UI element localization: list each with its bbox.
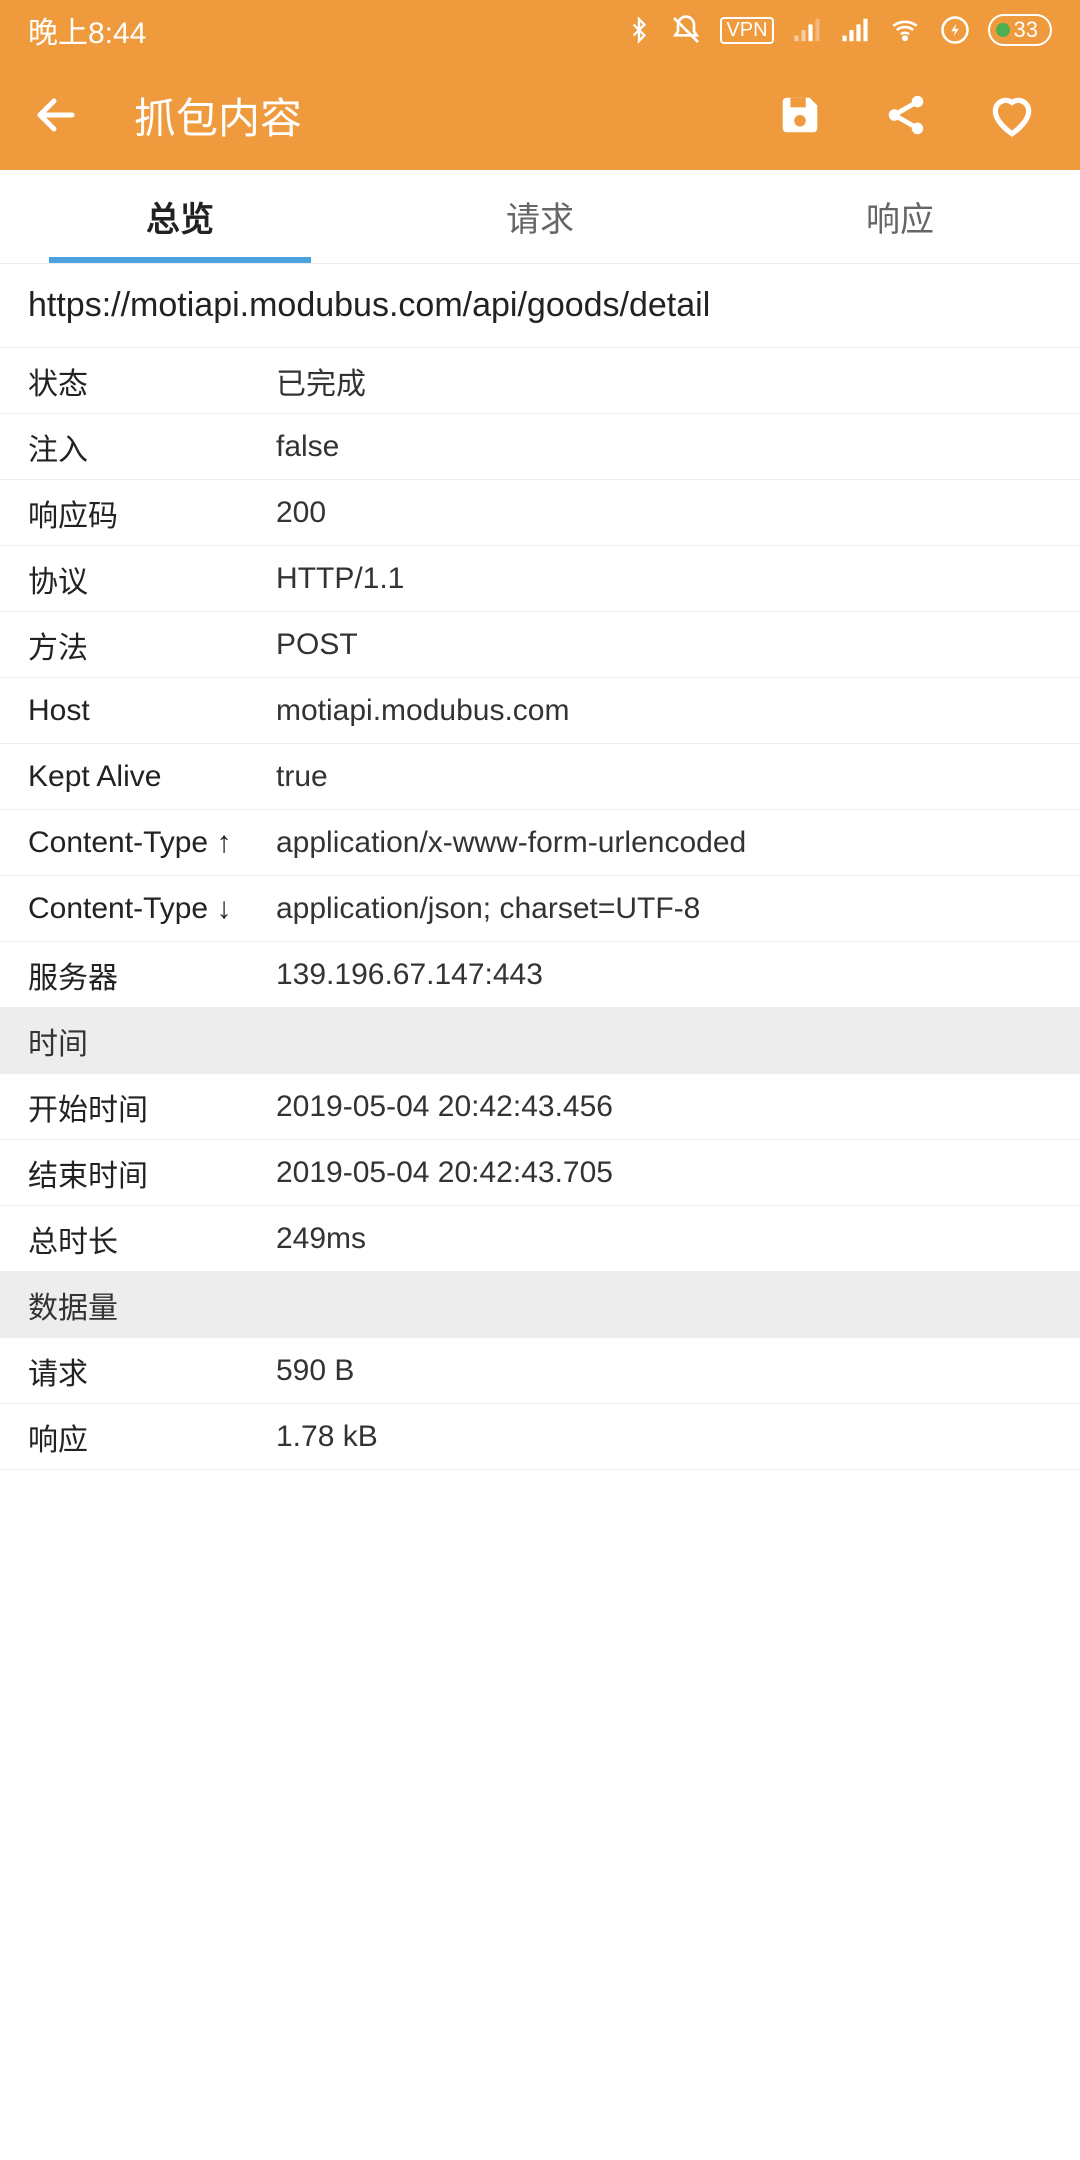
row-host[interactable]: Host motiapi.modubus.com <box>0 678 1080 744</box>
row-start-time[interactable]: 开始时间 2019-05-04 20:42:43.456 <box>0 1074 1080 1140</box>
row-value: 已完成 <box>276 359 1052 403</box>
tab-overview[interactable]: 总览 <box>0 170 360 263</box>
row-total-duration[interactable]: 总时长 249ms <box>0 1206 1080 1272</box>
row-code[interactable]: 响应码 200 <box>0 480 1080 546</box>
row-end-time[interactable]: 结束时间 2019-05-04 20:42:43.705 <box>0 1140 1080 1206</box>
row-label: 状态 <box>28 359 276 403</box>
row-method[interactable]: 方法 POST <box>0 612 1080 678</box>
row-value: application/x-www-form-urlencoded <box>276 826 1052 860</box>
row-label: Content-Type ↑ <box>28 826 276 860</box>
tab-response-label: 响应 <box>866 192 934 241</box>
save-button[interactable] <box>772 87 828 143</box>
row-label: 注入 <box>28 425 276 469</box>
tab-request[interactable]: 请求 <box>360 170 720 263</box>
app-bar: 抓包内容 <box>0 60 1080 170</box>
back-button[interactable] <box>28 87 84 143</box>
row-label: 响应 <box>28 1415 276 1459</box>
row-value: 139.196.67.147:443 <box>276 958 1052 992</box>
row-value: true <box>276 760 1052 794</box>
signal-icon-1 <box>792 16 822 44</box>
charging-icon <box>940 15 970 45</box>
row-value: application/json; charset=UTF-8 <box>276 892 1052 926</box>
row-label: 方法 <box>28 623 276 667</box>
row-label: Content-Type ↓ <box>28 892 276 926</box>
status-time: 晚上8:44 <box>28 8 146 52</box>
row-value: 2019-05-04 20:42:43.456 <box>276 1090 1052 1124</box>
row-value: 200 <box>276 496 1052 530</box>
tab-overview-label: 总览 <box>146 192 214 241</box>
share-button[interactable] <box>878 87 934 143</box>
row-value: 2019-05-04 20:42:43.705 <box>276 1156 1052 1190</box>
row-label: Kept Alive <box>28 760 276 794</box>
row-label: 结束时间 <box>28 1151 276 1195</box>
row-response-size[interactable]: 响应 1.78 kB <box>0 1404 1080 1470</box>
row-value: HTTP/1.1 <box>276 562 1052 596</box>
row-value: 590 B <box>276 1354 1052 1388</box>
row-status[interactable]: 状态 已完成 <box>0 348 1080 414</box>
signal-icon-2 <box>840 16 870 44</box>
row-label: Host <box>28 694 276 728</box>
mute-icon <box>670 14 702 46</box>
battery-indicator: 33 <box>988 14 1052 46</box>
url-row[interactable]: https://motiapi.modubus.com/api/goods/de… <box>0 264 1080 348</box>
row-value: POST <box>276 628 1052 662</box>
wifi-icon <box>888 16 922 44</box>
row-value: 249ms <box>276 1222 1052 1256</box>
row-inject[interactable]: 注入 false <box>0 414 1080 480</box>
battery-level: 33 <box>1014 17 1038 43</box>
row-content-type-down[interactable]: Content-Type ↓ application/json; charset… <box>0 876 1080 942</box>
tabs: 总览 请求 响应 <box>0 170 1080 264</box>
row-label: 请求 <box>28 1349 276 1393</box>
row-value: motiapi.modubus.com <box>276 694 1052 728</box>
row-value: 1.78 kB <box>276 1420 1052 1454</box>
section-time-header: 时间 <box>0 1008 1080 1074</box>
row-label: 服务器 <box>28 953 276 997</box>
row-server[interactable]: 服务器 139.196.67.147:443 <box>0 942 1080 1008</box>
page-title: 抓包内容 <box>134 85 772 146</box>
status-bar: 晚上8:44 VPN 33 <box>0 0 1080 60</box>
bluetooth-icon <box>626 14 652 46</box>
tab-request-label: 请求 <box>506 192 574 241</box>
section-data-header: 数据量 <box>0 1272 1080 1338</box>
row-protocol[interactable]: 协议 HTTP/1.1 <box>0 546 1080 612</box>
status-indicators: VPN 33 <box>626 14 1052 46</box>
row-kept-alive[interactable]: Kept Alive true <box>0 744 1080 810</box>
row-label: 响应码 <box>28 491 276 535</box>
tab-response[interactable]: 响应 <box>720 170 1080 263</box>
vpn-icon: VPN <box>720 17 773 44</box>
row-label: 协议 <box>28 557 276 601</box>
favorite-button[interactable] <box>984 87 1040 143</box>
row-value: false <box>276 430 1052 464</box>
row-content-type-up[interactable]: Content-Type ↑ application/x-www-form-ur… <box>0 810 1080 876</box>
row-label: 开始时间 <box>28 1085 276 1129</box>
row-request-size[interactable]: 请求 590 B <box>0 1338 1080 1404</box>
row-label: 总时长 <box>28 1217 276 1261</box>
